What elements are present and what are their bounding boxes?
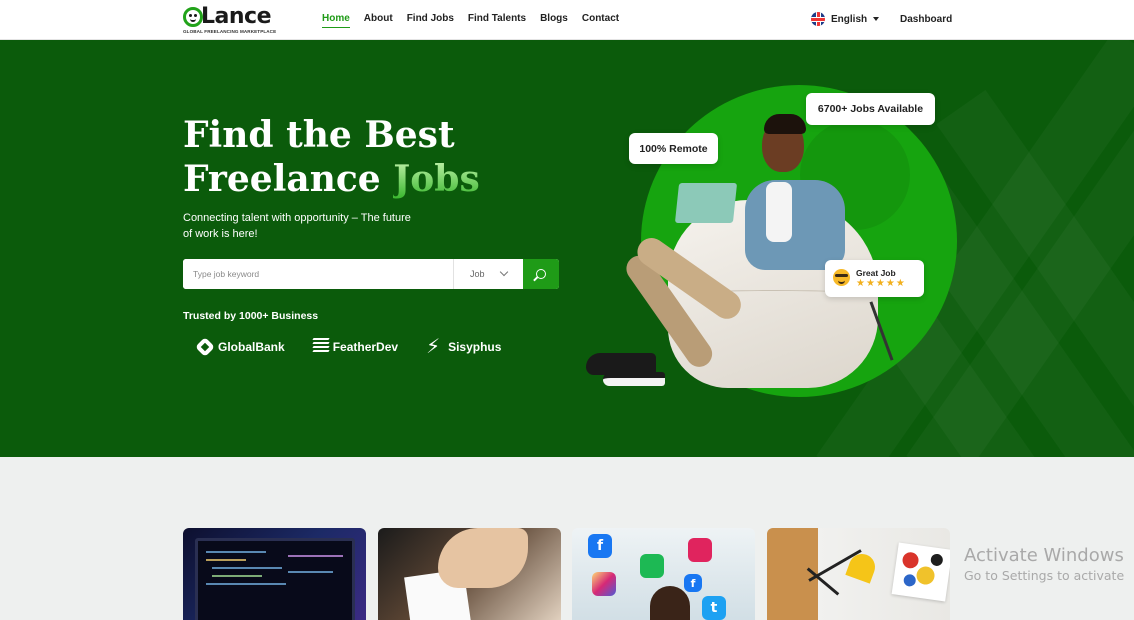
brand-globalbank: GlobalBank <box>195 337 285 357</box>
job-search-bar: Job <box>183 259 559 289</box>
main-menu: Home About Find Jobs Find Talents Blogs … <box>322 13 633 28</box>
remote-badge: 100% Remote <box>629 133 718 164</box>
twitter-icon <box>688 538 712 562</box>
facebook-small-icon: f <box>684 574 702 592</box>
instagram-icon <box>592 572 616 596</box>
brand-tagline: GLOBAL FREELANCING MARKETPLACE <box>183 29 277 34</box>
jobs-available-badge: 6700+ Jobs Available <box>806 93 935 125</box>
trusted-label: Trusted by 1000+ Business <box>183 310 319 322</box>
category-select-value: Job <box>470 269 485 279</box>
search-button[interactable] <box>523 259 559 289</box>
hero-subtitle: Connecting talent with opportunity – The… <box>183 212 411 240</box>
brand-logo[interactable]: Lance GLOBAL FREELANCING MARKETPLACE <box>183 4 283 36</box>
cool-emoji-icon <box>833 269 850 286</box>
person-hair <box>764 114 806 134</box>
windows-activation-watermark: Activate Windows Go to Settings to activ… <box>964 545 1124 583</box>
nav-find-jobs[interactable]: Find Jobs <box>407 13 454 28</box>
caret-down-icon <box>873 17 880 21</box>
category-select[interactable]: Job <box>453 259 523 289</box>
person-shirt <box>766 182 792 242</box>
language-label: English <box>831 13 868 25</box>
job-keyword-input[interactable] <box>183 259 453 289</box>
watermark-title: Activate Windows <box>964 545 1124 566</box>
category-card-writing[interactable] <box>378 528 561 620</box>
nav-blogs[interactable]: Blogs <box>540 13 568 28</box>
nav-home[interactable]: Home <box>322 13 350 28</box>
nav-find-talents[interactable]: Find Talents <box>468 13 526 28</box>
hero-section: Find the Best Freelance Jobs Connecting … <box>0 40 1134 457</box>
featherdev-logo-icon <box>312 338 330 356</box>
laptop-image <box>674 183 738 223</box>
person-hair-image <box>650 586 690 620</box>
brand-featherdev-label: FeatherDev <box>332 340 399 354</box>
trusted-brands: GlobalBank FeatherDev ⚡ Sisyphus <box>195 336 529 358</box>
great-job-label: Great Job <box>856 268 896 278</box>
watermark-subtitle: Go to Settings to activate <box>964 568 1125 583</box>
uk-flag-icon <box>811 12 825 26</box>
language-selector[interactable]: English <box>811 12 880 26</box>
hand-image <box>438 528 528 588</box>
hero-title: Find the Best Freelance Jobs <box>183 113 480 201</box>
rating-stars: ★★★★★ <box>856 278 906 289</box>
smiley-logo-icon <box>183 7 203 27</box>
category-card-coding[interactable] <box>183 528 366 620</box>
brand-sisyphus-label: Sisyphus <box>448 340 502 354</box>
wall-art-image <box>891 542 950 602</box>
brand-featherdev: FeatherDev <box>312 338 399 356</box>
top-navbar: Lance GLOBAL FREELANCING MARKETPLACE Hom… <box>0 0 1134 40</box>
person-jacket <box>745 180 845 270</box>
nav-about[interactable]: About <box>364 13 393 28</box>
hero-title-line2: Freelance <box>183 158 394 200</box>
category-card-design[interactable] <box>767 528 950 620</box>
facebook-icon: f <box>588 534 612 558</box>
chevron-down-icon <box>499 267 509 277</box>
brand-sisyphus: ⚡ Sisyphus <box>426 336 502 358</box>
great-job-badge: Great Job ★★★★★ <box>825 260 924 297</box>
nav-contact[interactable]: Contact <box>582 13 619 28</box>
category-card-social-media[interactable]: f f t <box>572 528 755 620</box>
dashboard-link[interactable]: Dashboard <box>900 14 952 25</box>
bolt-logo-icon: ⚡ <box>426 336 441 358</box>
person-shoe <box>603 372 665 386</box>
hero-title-line1: Find the Best <box>183 114 455 156</box>
brand-globalbank-label: GlobalBank <box>218 340 285 354</box>
hero-title-highlight: Jobs <box>393 158 480 200</box>
globalbank-logo-icon <box>195 337 215 357</box>
shopping-bag-icon <box>640 554 664 578</box>
brand-name: Lance <box>201 4 272 29</box>
twitter-blue-icon: t <box>702 596 726 620</box>
monitor-image <box>195 538 355 620</box>
search-icon <box>536 269 546 279</box>
